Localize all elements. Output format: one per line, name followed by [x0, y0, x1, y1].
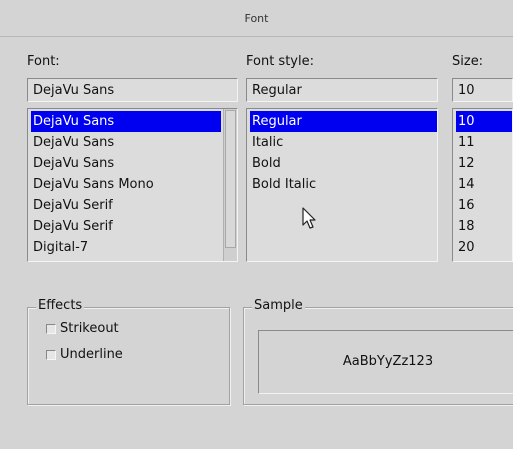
size-list-item[interactable]: 16	[456, 195, 512, 216]
font-list-item[interactable]: DejaVu Sans	[31, 153, 221, 174]
effects-group: Effects Strikeout Underline	[27, 298, 230, 405]
title-separator	[0, 36, 513, 37]
font-list-item[interactable]: DejaVu Serif	[31, 195, 221, 216]
size-label: Size:	[452, 54, 484, 69]
strikeout-option[interactable]: Strikeout	[46, 321, 119, 339]
font-label: Font:	[27, 54, 60, 69]
font-list-item[interactable]: DejaVu Sans	[31, 111, 221, 132]
underline-label: Underline	[60, 347, 123, 362]
size-list-item[interactable]: 14	[456, 174, 512, 195]
strikeout-label: Strikeout	[60, 321, 119, 336]
font-style-list-item[interactable]: Bold	[250, 153, 437, 174]
size-list-item[interactable]: 18	[456, 216, 512, 237]
font-name-input[interactable]: DejaVu Sans	[27, 78, 238, 102]
font-style-input[interactable]: Regular	[246, 78, 438, 102]
font-dialog: Font Font: DejaVu Sans DejaVu Sans DejaVu…	[0, 0, 513, 449]
effects-legend: Effects	[36, 298, 85, 313]
font-style-list-item[interactable]: Italic	[250, 132, 437, 153]
font-list-scroll-thumb[interactable]	[225, 110, 236, 248]
sample-preview: AaBbYyZz123	[258, 330, 513, 394]
font-list-item[interactable]: Digital-7	[31, 237, 221, 258]
size-input[interactable]: 10	[452, 78, 513, 102]
size-list-item[interactable]: 12	[456, 153, 512, 174]
size-list[interactable]: 10 11 12 14 16 18 20	[452, 108, 513, 262]
strikeout-checkbox[interactable]	[46, 323, 56, 334]
font-list-item[interactable]: DejaVu Sans	[31, 132, 221, 153]
font-list-item[interactable]: DejaVu Sans Mono	[31, 174, 221, 195]
arrow-pointer-icon	[302, 207, 316, 229]
font-list-scrollbar[interactable]	[223, 109, 237, 261]
font-name-list[interactable]: DejaVu Sans DejaVu Sans DejaVu Sans DejaVu …	[27, 108, 238, 262]
font-style-list-item[interactable]: Regular	[250, 111, 437, 132]
dialog-title: Font	[244, 12, 269, 25]
font-style-label: Font style:	[246, 54, 314, 69]
font-list-item[interactable]: DejaVu Serif	[31, 216, 221, 237]
font-style-list[interactable]: Regular Italic Bold Bold Italic	[246, 108, 438, 262]
sample-group: Sample AaBbYyZz123	[243, 298, 513, 405]
size-list-item[interactable]: 11	[456, 132, 512, 153]
font-style-list-item[interactable]: Bold Italic	[250, 174, 437, 195]
size-list-item[interactable]: 10	[456, 111, 512, 132]
underline-checkbox[interactable]	[46, 349, 56, 360]
sample-legend: Sample	[252, 298, 305, 313]
size-list-item[interactable]: 20	[456, 237, 512, 258]
underline-option[interactable]: Underline	[46, 347, 123, 365]
